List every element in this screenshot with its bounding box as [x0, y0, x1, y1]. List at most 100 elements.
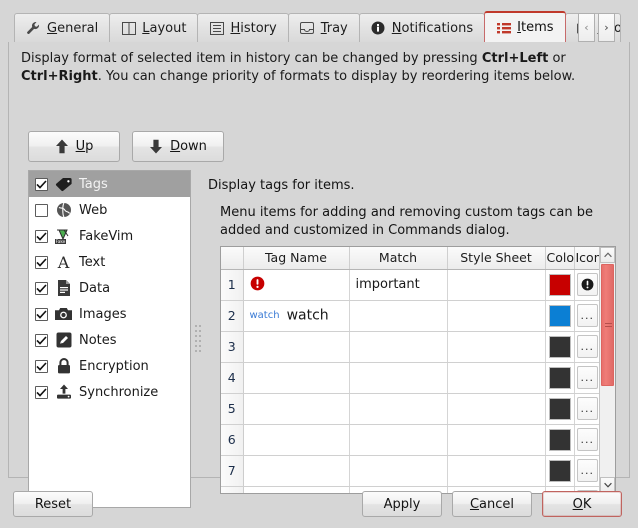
color-cell[interactable] — [545, 300, 574, 331]
style-sheet-cell[interactable] — [447, 362, 545, 393]
color-swatch[interactable] — [549, 336, 571, 358]
table-row[interactable]: 2 watchwatch ... — [221, 300, 599, 331]
tag-icon-button[interactable]: ... — [577, 335, 598, 358]
tab-history[interactable]: History — [197, 13, 288, 42]
format-list-item-text[interactable]: A Text — [29, 249, 190, 275]
color-swatch[interactable] — [549, 305, 571, 327]
move-down-button[interactable]: Down — [132, 131, 224, 162]
column-header-index[interactable] — [221, 247, 243, 269]
format-label-synchronize: Synchronize — [79, 385, 158, 400]
match-cell[interactable] — [349, 424, 447, 455]
tag-name-cell[interactable] — [243, 331, 349, 362]
apply-button[interactable]: Apply — [362, 491, 442, 517]
format-list-item-synchronize[interactable]: Synchronize — [29, 379, 190, 405]
color-swatch[interactable] — [549, 274, 571, 296]
table-row[interactable]: 5 ... — [221, 393, 599, 424]
match-cell[interactable] — [349, 362, 447, 393]
match-cell[interactable]: important — [349, 269, 447, 300]
style-sheet-cell[interactable] — [447, 269, 545, 300]
column-header-style-sheet[interactable]: Style Sheet — [447, 247, 545, 269]
icon-cell[interactable]: ... — [574, 362, 599, 393]
format-list-item-encryption[interactable]: Encryption — [29, 353, 190, 379]
tag-icon-button[interactable]: ... — [577, 397, 598, 420]
tag-icon-button[interactable]: ... — [577, 366, 598, 389]
style-sheet-cell[interactable] — [447, 424, 545, 455]
style-sheet-cell[interactable] — [447, 331, 545, 362]
tab-items[interactable]: Items — [484, 11, 565, 42]
format-checkbox-notes[interactable] — [35, 334, 48, 347]
match-cell[interactable] — [349, 300, 447, 331]
tag-name-cell[interactable] — [243, 424, 349, 455]
format-checkbox-tags[interactable] — [35, 178, 48, 191]
move-down-label: Down — [170, 139, 207, 154]
upload-icon — [55, 384, 72, 401]
column-header-color[interactable]: Colo — [545, 247, 574, 269]
column-header-tag-name[interactable]: Tag Name — [243, 247, 349, 269]
row-index-cell: 6 — [221, 424, 243, 455]
format-list-item-data[interactable]: Data — [29, 275, 190, 301]
format-list-item-tags[interactable]: Tags — [29, 171, 190, 197]
scrollbar-thumb[interactable] — [601, 264, 614, 386]
color-swatch[interactable] — [549, 429, 571, 451]
scroll-up-button[interactable] — [600, 247, 615, 263]
icon-cell[interactable]: ... — [574, 331, 599, 362]
color-cell[interactable] — [545, 362, 574, 393]
tab-notifications[interactable]: Notifications — [359, 13, 485, 42]
wrench-icon — [26, 21, 41, 36]
tag-icon-button[interactable]: ... — [577, 304, 598, 327]
document-icon — [55, 280, 72, 297]
columns-icon — [121, 21, 136, 36]
style-sheet-cell[interactable] — [447, 393, 545, 424]
icon-cell[interactable] — [574, 269, 599, 300]
format-list-item-notes[interactable]: Notes — [29, 327, 190, 353]
format-checkbox-text[interactable] — [35, 256, 48, 269]
match-cell[interactable] — [349, 393, 447, 424]
tag-name-cell[interactable] — [243, 362, 349, 393]
table-row[interactable]: 4 ... — [221, 362, 599, 393]
format-list-item-web[interactable]: Web — [29, 197, 190, 223]
column-header-match[interactable]: Match — [349, 247, 447, 269]
color-swatch[interactable] — [549, 398, 571, 420]
format-checkbox-encryption[interactable] — [35, 360, 48, 373]
style-sheet-cell[interactable] — [447, 300, 545, 331]
tag-name-cell[interactable]: watchwatch — [243, 300, 349, 331]
cancel-button[interactable]: Cancel — [452, 491, 532, 517]
tags-table-scrollbar[interactable] — [599, 247, 615, 493]
color-swatch[interactable] — [549, 367, 571, 389]
color-cell[interactable] — [545, 393, 574, 424]
svg-text:Fake: Fake — [56, 239, 66, 244]
match-cell[interactable] — [349, 331, 447, 362]
color-cell[interactable] — [545, 269, 574, 300]
format-checkbox-data[interactable] — [35, 282, 48, 295]
tab-tray[interactable]: Tray — [288, 13, 360, 42]
tag-name-cell[interactable] — [243, 269, 349, 300]
table-row[interactable]: 6 ... — [221, 424, 599, 455]
color-cell[interactable] — [545, 331, 574, 362]
format-list[interactable]: Tags Web Fake FakeVim — [28, 170, 191, 508]
format-list-item-fakevim[interactable]: Fake FakeVim — [29, 223, 190, 249]
tag-name-cell[interactable] — [243, 393, 349, 424]
reset-button[interactable]: Reset — [13, 491, 93, 517]
tab-general[interactable]: General — [14, 13, 110, 42]
tab-scroll-left-button[interactable]: ‹ — [578, 13, 595, 42]
move-up-button[interactable]: Up — [28, 131, 120, 162]
format-checkbox-images[interactable] — [35, 308, 48, 321]
format-label-text: Text — [79, 255, 105, 270]
tab-layout[interactable]: Layout — [109, 13, 198, 42]
tab-scroll-right-button[interactable]: › — [598, 13, 615, 42]
icon-cell[interactable]: ... — [574, 300, 599, 331]
table-row[interactable]: 1 important — [221, 269, 599, 300]
format-checkbox-fakevim[interactable] — [35, 230, 48, 243]
pane-splitter[interactable] — [192, 170, 204, 508]
icon-cell[interactable]: ... — [574, 424, 599, 455]
icon-cell[interactable]: ... — [574, 393, 599, 424]
tag-icon-button[interactable]: ... — [577, 428, 598, 451]
ok-button[interactable]: OK — [542, 491, 622, 517]
format-checkbox-synchronize[interactable] — [35, 386, 48, 399]
format-checkbox-web[interactable] — [35, 204, 48, 217]
table-row[interactable]: 3 ... — [221, 331, 599, 362]
column-header-icon[interactable]: Icon — [574, 247, 599, 269]
color-cell[interactable] — [545, 424, 574, 455]
format-list-item-images[interactable]: Images — [29, 301, 190, 327]
tag-icon-button[interactable] — [577, 273, 598, 296]
